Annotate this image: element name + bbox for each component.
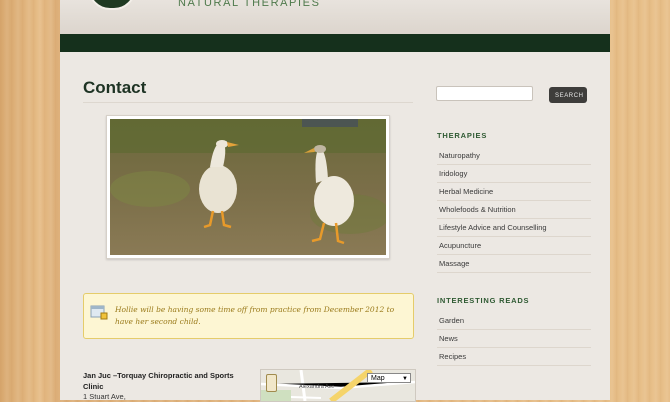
title-divider	[83, 102, 413, 103]
reads-item[interactable]: Recipes	[437, 348, 591, 366]
location-map[interactable]: Alexandra Ave Map ▼	[260, 369, 416, 402]
logo-text[interactable]: NATURAL THERAPIES	[178, 0, 321, 9]
therapies-list: Naturopathy Iridology Herbal Medicine Wh…	[437, 147, 591, 273]
search-input[interactable]	[436, 86, 533, 101]
content-area: Contact Hollie will be having some time …	[60, 52, 610, 402]
photo-image	[110, 119, 386, 255]
therapy-item[interactable]: Massage	[437, 255, 591, 273]
notice-icon	[90, 305, 108, 320]
ducks-photo	[106, 115, 390, 259]
therapies-heading: THERAPIES	[437, 131, 488, 140]
therapy-item[interactable]: Lifestyle Advice and Counselling	[437, 219, 591, 237]
interesting-reads-heading: INTERESTING READS	[437, 296, 530, 305]
therapy-item[interactable]: Herbal Medicine	[437, 183, 591, 201]
therapy-item[interactable]: Naturopathy	[437, 147, 591, 165]
reads-list: Garden News Recipes	[437, 312, 591, 366]
reads-item[interactable]: News	[437, 330, 591, 348]
chevron-down-icon: ▼	[402, 376, 408, 382]
therapy-item[interactable]: Acupuncture	[437, 237, 591, 255]
pegman-icon[interactable]	[266, 374, 277, 392]
map-type-label: Map	[371, 375, 385, 382]
therapy-item[interactable]: Iridology	[437, 165, 591, 183]
logo[interactable]	[88, 0, 136, 10]
page-title: Contact	[83, 78, 147, 97]
map-street-label: Alexandra Ave	[299, 384, 335, 390]
reads-item[interactable]: Garden	[437, 312, 591, 330]
site-header: NATURAL THERAPIES	[60, 0, 610, 34]
notice-box: Hollie will be having some time off from…	[83, 293, 414, 339]
map-type-select[interactable]: Map ▼	[367, 373, 411, 383]
notice-text: Hollie will be having some time off from…	[115, 305, 395, 326]
search-button[interactable]: SEARCH	[549, 87, 587, 103]
clinic-name: Jan Juc –Torquay Chiropractic and Sports…	[83, 371, 234, 391]
therapy-item[interactable]: Wholefoods & Nutrition	[437, 201, 591, 219]
nav-bar	[60, 34, 610, 52]
